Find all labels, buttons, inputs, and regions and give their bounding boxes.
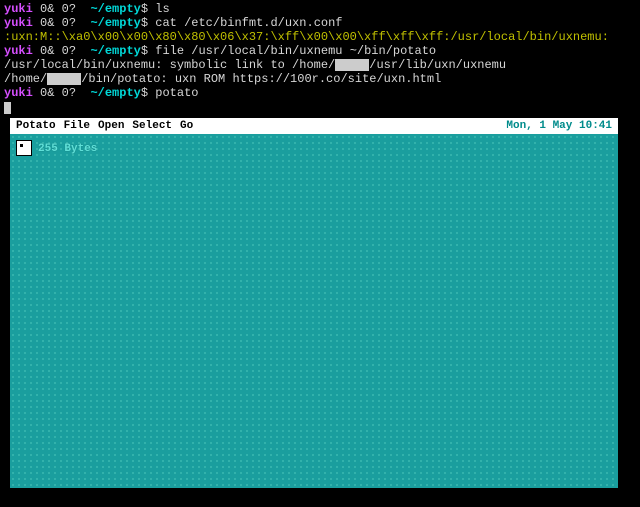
redacted-text: [47, 73, 81, 85]
status: 0& 0?: [40, 86, 76, 100]
cwd: ~/empty: [90, 16, 140, 30]
cursor: [4, 102, 11, 114]
cmd: file /usr/local/bin/uxnemu ~/bin/potato: [155, 44, 436, 58]
redacted-text: [335, 59, 369, 71]
menu-file[interactable]: File: [64, 119, 90, 133]
cmd: potato: [155, 86, 198, 100]
cwd: ~/empty: [90, 2, 140, 16]
output-line: /usr/local/bin/uxnemu: symbolic link to …: [4, 58, 636, 72]
user: yuki: [4, 16, 33, 30]
menu-select[interactable]: Select: [132, 119, 172, 133]
cmd: cat /etc/binfmt.d/uxn.conf: [155, 16, 342, 30]
prompt-line: yuki 0& 0? ~/empty$ file /usr/local/bin/…: [4, 44, 636, 58]
prompt-line: yuki 0& 0? ~/empty$ ls: [4, 2, 636, 16]
user: yuki: [4, 2, 33, 16]
user: yuki: [4, 44, 33, 58]
byte-count-label: 255 Bytes: [38, 142, 97, 156]
prompt-line: yuki 0& 0? ~/empty$ potato: [4, 86, 636, 100]
cmd: ls: [155, 2, 169, 16]
menu-open[interactable]: Open: [98, 119, 124, 133]
cwd: ~/empty: [90, 86, 140, 100]
clock: Mon, 1 May 10:41: [506, 119, 612, 133]
desktop-canvas[interactable]: 255 Bytes: [10, 134, 618, 488]
status: 0& 0?: [40, 44, 76, 58]
output-line: /home//bin/potato: uxn ROM https://100r.…: [4, 72, 636, 86]
file-icon[interactable]: [16, 140, 32, 156]
menu-potato[interactable]: Potato: [16, 119, 56, 133]
menu-go[interactable]: Go: [180, 119, 193, 133]
cwd: ~/empty: [90, 44, 140, 58]
user: yuki: [4, 86, 33, 100]
output-line: :uxn:M::\xa0\x00\x00\x80\x80\x06\x37:\xf…: [4, 30, 636, 44]
status: 0& 0?: [40, 2, 76, 16]
terminal[interactable]: yuki 0& 0? ~/empty$ ls yuki 0& 0? ~/empt…: [0, 0, 640, 116]
prompt-line: yuki 0& 0? ~/empty$ cat /etc/binfmt.d/ux…: [4, 16, 636, 30]
status: 0& 0?: [40, 16, 76, 30]
titlebar: Potato File Open Select Go Mon, 1 May 10…: [10, 118, 618, 134]
potato-window: Potato File Open Select Go Mon, 1 May 10…: [10, 118, 618, 488]
